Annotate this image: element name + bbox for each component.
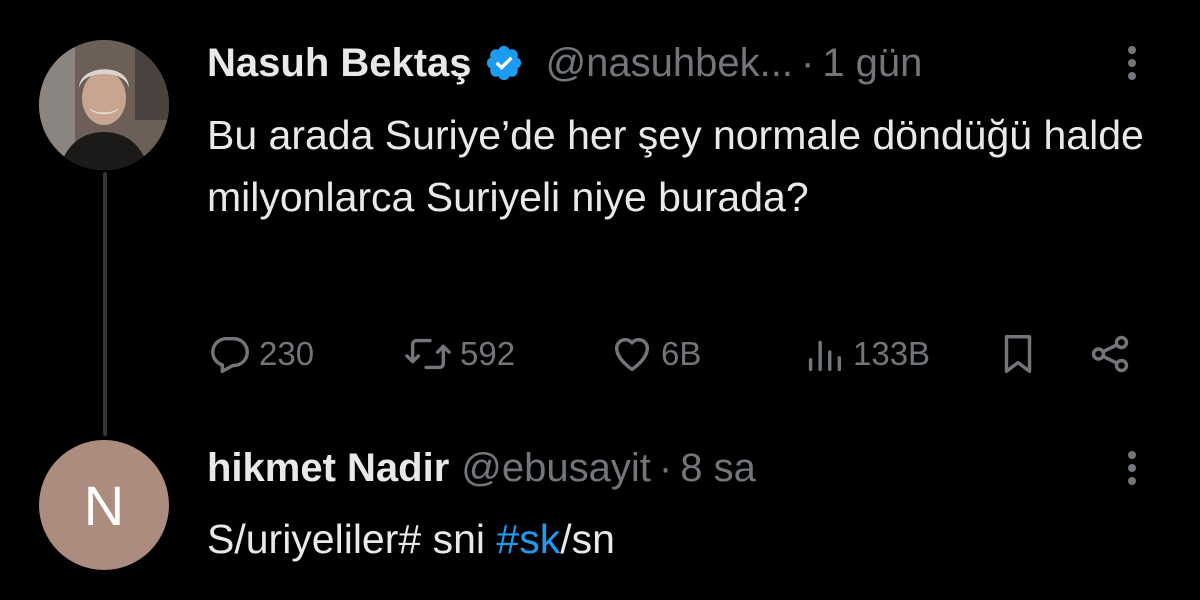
tweet-header: Nasuh Bektaş @nasuhbek... · 1 gün (207, 38, 922, 88)
separator-dot: · (658, 445, 673, 490)
verified-badge-icon (484, 43, 524, 83)
tweet-header: hikmet Nadir @ebusayit · 8 sa (207, 443, 756, 493)
heart-icon (614, 337, 650, 372)
comment-bubble-icon (211, 336, 249, 373)
tweet-text-part: /sn (560, 516, 615, 562)
avatar-initial: N (83, 473, 125, 537)
bookmark-button[interactable] (995, 326, 1047, 382)
hashtag-link[interactable]: #sk (496, 516, 560, 562)
author-name[interactable]: Nasuh Bektaş (207, 41, 472, 86)
like-count: 6B (661, 335, 702, 372)
like-button[interactable]: 6B (609, 326, 701, 382)
tweet-text: Bu arada Suriye’de her şey normale döndü… (207, 112, 1144, 220)
repost-arrows-icon (405, 338, 451, 370)
bookmark-icon (1004, 335, 1032, 373)
share-button[interactable] (1087, 326, 1139, 382)
avatar[interactable]: N (39, 440, 169, 570)
author-handle[interactable]: @nasuhbek... (546, 41, 793, 86)
timestamp[interactable]: 8 sa (680, 446, 756, 491)
avatar[interactable] (39, 40, 169, 170)
reply-count: 230 (259, 335, 315, 372)
thread-connector-line (103, 172, 107, 436)
repost-count: 592 (460, 335, 516, 372)
more-vertical-icon[interactable] (1117, 38, 1147, 88)
author-name[interactable]: hikmet Nadir (207, 446, 449, 491)
more-vertical-icon[interactable] (1117, 443, 1147, 493)
reply-button[interactable]: 230 (207, 326, 314, 382)
bar-chart-icon (808, 340, 842, 372)
share-icon (1091, 335, 1129, 373)
author-handle[interactable]: @ebusayit (461, 446, 651, 491)
timestamp[interactable]: 1 gün (822, 41, 922, 86)
views-count: 133B (853, 335, 931, 372)
tweet-text-part: S/uriyeliler# sni (207, 516, 497, 562)
separator-dot: · (800, 40, 815, 85)
repost-button[interactable]: 592 (402, 326, 515, 382)
tweet-text: S/uriyeliler# sni #sk/sn (207, 508, 1147, 570)
views-button[interactable]: 133B (801, 326, 930, 382)
tweet-actions: 230 592 6B 133B (207, 326, 1147, 382)
profile-photo-icon (39, 40, 169, 170)
